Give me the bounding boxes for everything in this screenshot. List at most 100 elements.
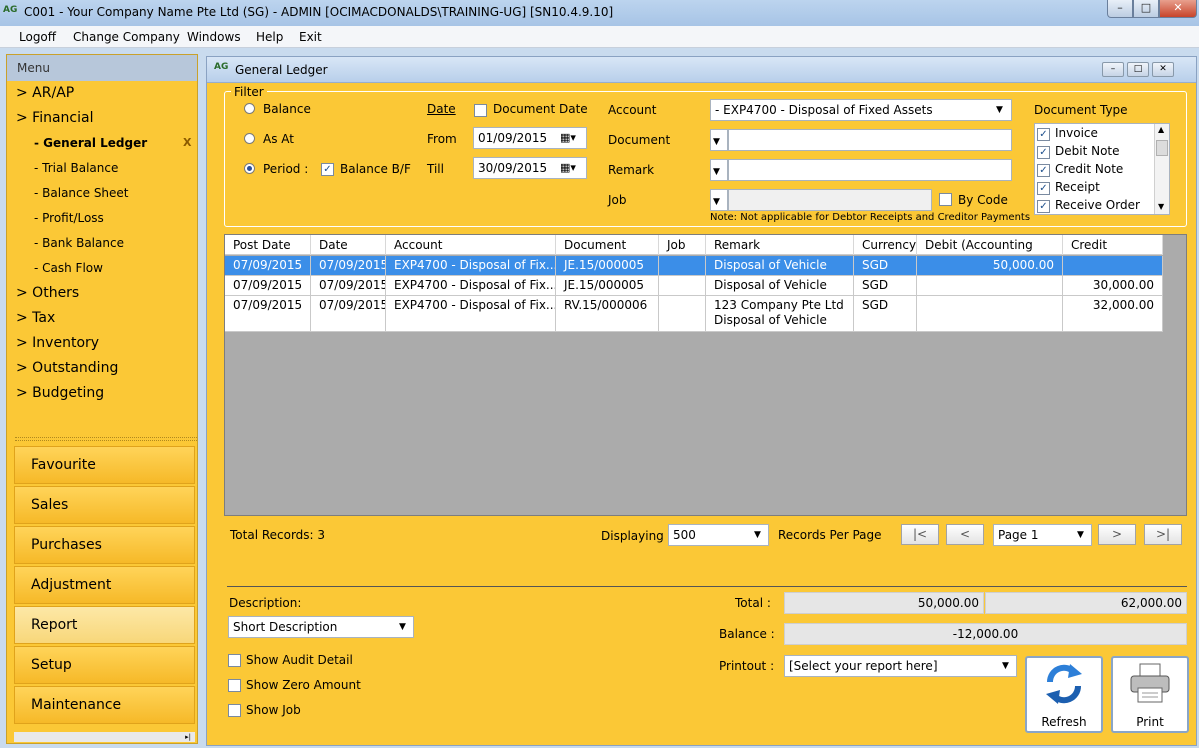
menu-change-company[interactable]: Change Company xyxy=(67,28,186,46)
gl-close-button[interactable]: ✕ xyxy=(1152,62,1174,77)
tree-bank-balance[interactable]: - Bank Balance xyxy=(34,236,124,250)
table-row[interactable]: 07/09/2015 07/09/2015 EXP4700 - Disposal… xyxy=(225,256,1163,276)
scroll-up-icon[interactable]: ▲ xyxy=(1158,125,1164,134)
print-button[interactable]: Print xyxy=(1111,656,1189,733)
refresh-button[interactable]: Refresh xyxy=(1025,656,1103,733)
next-page-button[interactable]: > xyxy=(1098,524,1136,545)
menu-help[interactable]: Help xyxy=(250,28,289,46)
document-date-label: Document Date xyxy=(493,102,588,116)
nav-report[interactable]: Report xyxy=(14,606,195,644)
table-row[interactable]: 07/09/2015 07/09/2015 EXP4700 - Disposal… xyxy=(225,296,1163,332)
job-operator-select[interactable]: ▼ xyxy=(710,189,728,211)
document-operator-select[interactable]: ▼ xyxy=(710,129,728,151)
tree-profit-loss[interactable]: - Profit/Loss xyxy=(34,211,104,225)
date-link[interactable]: Date xyxy=(427,102,456,116)
doc-type-scrollbar[interactable]: ▲ ▼ xyxy=(1154,124,1169,214)
last-page-button[interactable]: >| xyxy=(1144,524,1182,545)
calendar-icon[interactable]: ▦▾ xyxy=(560,131,576,144)
balance-radio[interactable] xyxy=(244,103,255,114)
col-date[interactable]: Date xyxy=(311,235,386,255)
chevron-down-icon: ▼ xyxy=(713,137,720,147)
col-credit[interactable]: Credit xyxy=(1063,235,1163,255)
tree-outstanding[interactable]: > Outstanding xyxy=(16,360,118,376)
gl-restore-button[interactable]: □ xyxy=(1127,62,1149,77)
nav-setup[interactable]: Setup xyxy=(14,646,195,684)
menu-logoff[interactable]: Logoff xyxy=(13,28,62,46)
till-date-field[interactable]: 30/09/2015 ▦▾ xyxy=(473,157,587,179)
close-tab-icon[interactable]: X xyxy=(183,136,191,149)
records-per-page-select[interactable]: 500 ▼ xyxy=(668,524,769,546)
col-document[interactable]: Document xyxy=(556,235,659,255)
refresh-icon xyxy=(1046,664,1082,704)
remark-operator-select[interactable]: ▼ xyxy=(710,159,728,181)
tree-others[interactable]: > Others xyxy=(16,285,79,301)
first-page-button[interactable]: |< xyxy=(901,524,939,545)
page-select[interactable]: Page 1 ▼ xyxy=(993,524,1092,546)
nav-sales[interactable]: Sales xyxy=(14,486,195,524)
nav-maintenance[interactable]: Maintenance xyxy=(14,686,195,724)
cell-post-date: 07/09/2015 xyxy=(225,296,311,332)
col-post-date[interactable]: Post Date xyxy=(225,235,311,255)
chevron-down-icon: ▼ xyxy=(713,197,720,207)
from-date-field[interactable]: 01/09/2015 ▦▾ xyxy=(473,127,587,149)
account-select[interactable]: - EXP4700 - Disposal of Fixed Assets ▼ xyxy=(710,99,1012,121)
menu-exit[interactable]: Exit xyxy=(293,28,328,46)
sidebar-expand-handle[interactable]: ▸| xyxy=(14,732,195,742)
receive-order-checkbox[interactable]: ✓ xyxy=(1037,200,1050,213)
gl-minimize-button[interactable]: – xyxy=(1102,62,1124,77)
tree-tax[interactable]: > Tax xyxy=(16,310,55,326)
col-account[interactable]: Account xyxy=(386,235,556,255)
col-remark[interactable]: Remark xyxy=(706,235,854,255)
sidebar-header: Menu xyxy=(7,55,197,81)
document-date-checkbox[interactable] xyxy=(474,104,487,117)
remark-input[interactable] xyxy=(728,159,1012,181)
printout-select[interactable]: [Select your report here] ▼ xyxy=(784,655,1017,677)
receipt-checkbox[interactable]: ✓ xyxy=(1037,182,1050,195)
tree-budgeting[interactable]: > Budgeting xyxy=(16,385,104,401)
nav-purchases[interactable]: Purchases xyxy=(14,526,195,564)
balance-bf-checkbox[interactable]: ✓ xyxy=(321,163,334,176)
menu-windows[interactable]: Windows xyxy=(181,28,247,46)
nav-adjustment[interactable]: Adjustment xyxy=(14,566,195,604)
invoice-checkbox[interactable]: ✓ xyxy=(1037,128,1050,141)
cell-document: JE.15/000005 xyxy=(556,276,659,296)
description-select[interactable]: Short Description ▼ xyxy=(228,616,414,638)
maximize-button[interactable]: □ xyxy=(1133,0,1159,18)
cell-remark: Disposal of Vehicle xyxy=(706,256,854,276)
show-audit-checkbox[interactable] xyxy=(228,654,241,667)
tree-trial-balance[interactable]: - Trial Balance xyxy=(34,161,118,175)
document-type-list[interactable]: ✓ Invoice ✓ Debit Note ✓ Credit Note ✓ Recei… xyxy=(1034,123,1170,215)
cell-account: EXP4700 - Disposal of Fix... xyxy=(386,296,556,332)
minimize-button[interactable]: – xyxy=(1107,0,1133,18)
nav-favourite[interactable]: Favourite xyxy=(14,446,195,484)
balance-bf-label: Balance B/F xyxy=(340,162,411,176)
tree-general-ledger[interactable]: - General Ledger xyxy=(34,136,147,150)
show-zero-checkbox[interactable] xyxy=(228,679,241,692)
scroll-thumb[interactable] xyxy=(1156,140,1168,156)
description-label: Description: xyxy=(229,596,302,610)
as-at-radio[interactable] xyxy=(244,133,255,144)
tree-financial[interactable]: > Financial xyxy=(16,110,94,126)
document-input[interactable] xyxy=(728,129,1012,151)
tree-inventory[interactable]: > Inventory xyxy=(16,335,99,351)
sidebar-splitter[interactable] xyxy=(15,437,197,441)
by-code-checkbox[interactable] xyxy=(939,193,952,206)
period-radio[interactable] xyxy=(244,163,255,174)
col-debit[interactable]: Debit (Accounting xyxy=(917,235,1063,255)
calendar-icon[interactable]: ▦▾ xyxy=(560,161,576,174)
tree-balance-sheet[interactable]: - Balance Sheet xyxy=(34,186,129,200)
show-job-checkbox[interactable] xyxy=(228,704,241,717)
cell-credit: 30,000.00 xyxy=(1063,276,1163,296)
col-job[interactable]: Job xyxy=(659,235,706,255)
credit-note-checkbox[interactable]: ✓ xyxy=(1037,164,1050,177)
prev-page-button[interactable]: < xyxy=(946,524,984,545)
scroll-down-icon[interactable]: ▼ xyxy=(1158,202,1164,211)
table-row[interactable]: 07/09/2015 07/09/2015 EXP4700 - Disposal… xyxy=(225,276,1163,296)
debit-note-checkbox[interactable]: ✓ xyxy=(1037,146,1050,159)
printout-label: Printout : xyxy=(719,659,775,673)
col-currency[interactable]: Currency xyxy=(854,235,917,255)
tree-ar-ap[interactable]: > AR/AP xyxy=(16,85,74,101)
tree-cash-flow[interactable]: - Cash Flow xyxy=(34,261,103,275)
close-button[interactable]: ✕ xyxy=(1159,0,1197,18)
job-input[interactable] xyxy=(728,189,932,211)
